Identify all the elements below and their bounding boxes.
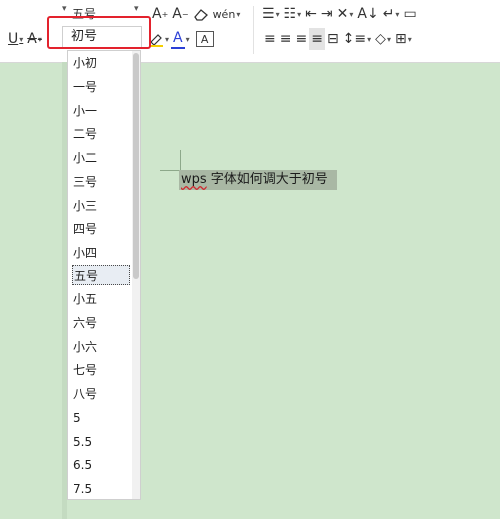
margin-corner-mark [160, 170, 181, 171]
font-size-option[interactable]: 一号 [72, 77, 131, 97]
font-size-option[interactable]: 小六 [72, 337, 131, 357]
decrease-indent-icon[interactable]: ⇤ [303, 3, 319, 25]
font-size-option[interactable]: 小初 [72, 53, 131, 73]
font-size-option[interactable]: 小五 [72, 289, 131, 309]
font-size-option[interactable]: 小一 [72, 101, 131, 121]
clear-format-eraser-icon[interactable] [191, 3, 211, 25]
font-size-option[interactable]: 小四 [72, 243, 131, 263]
distributed-align-icon[interactable]: ⊟ [325, 28, 341, 50]
chinese-layout-icon[interactable]: ✕ ▾ [335, 3, 356, 25]
bullet-list-icon[interactable]: ☰ ▾ [260, 3, 282, 25]
ruler-icon[interactable]: ▭ [401, 3, 418, 25]
numbered-list-icon[interactable]: ☷ ▾ [282, 3, 304, 25]
font-size-dropdown[interactable]: 小初 一号 小一 二号 小二 三号 小三 四号 小四 五号 小五 六号 小六 七… [67, 50, 141, 500]
document-text-rest: 字体如何调大于初号 [206, 172, 328, 187]
borders-icon[interactable]: ⊞ ▾ [393, 28, 414, 50]
character-border-button[interactable]: A [195, 31, 214, 47]
document-text-word: wps [181, 172, 207, 187]
font-size-option-selected[interactable]: 五号 [72, 265, 130, 285]
font-size-option[interactable]: 八号 [72, 384, 131, 404]
align-justify-icon[interactable]: ≡ [309, 28, 325, 50]
document-selected-text[interactable]: wps 字体如何调大于初号 [179, 170, 337, 190]
font-size-option[interactable]: 6.5 [72, 455, 131, 475]
pinyin-guide-button[interactable]: wén ▾ [211, 3, 243, 25]
underline-button[interactable]: U ▾ [6, 28, 25, 50]
font-size-option[interactable]: 7.5 [72, 479, 131, 499]
sort-icon[interactable]: A↓ [355, 3, 380, 25]
align-center-icon[interactable]: ≡ [278, 28, 294, 50]
font-size-option[interactable]: 小三 [72, 196, 131, 216]
increase-font-size-button[interactable]: A + [150, 3, 170, 25]
align-right-icon[interactable]: ≡ [293, 28, 309, 50]
dropdown-scrollbar[interactable] [132, 51, 140, 499]
strikethrough-button[interactable]: A ▾ [25, 28, 44, 50]
font-size-option[interactable]: 5.5 [72, 432, 131, 452]
font-size-option[interactable]: 六号 [72, 313, 131, 333]
dropdown-scrollbar-thumb[interactable] [133, 53, 139, 279]
font-size-option[interactable]: 5 [72, 408, 131, 428]
font-size-option[interactable]: 三号 [72, 172, 131, 192]
font-size-option[interactable]: 四号 [72, 219, 131, 239]
font-size-highlight-annotation [47, 16, 151, 49]
shading-icon[interactable]: ◇ ▾ [373, 28, 393, 50]
font-size-option[interactable]: 二号 [72, 124, 131, 144]
increase-indent-icon[interactable]: ⇥ [319, 3, 335, 25]
font-color-button[interactable]: A [171, 29, 185, 49]
align-left-icon[interactable]: ≡ [262, 28, 278, 50]
decrease-font-size-button[interactable]: A − [170, 3, 190, 25]
font-size-option[interactable]: 七号 [72, 360, 131, 380]
paragraph-mark-icon[interactable]: ↵ ▾ [381, 3, 402, 25]
margin-corner-mark [180, 150, 181, 170]
font-size-option[interactable]: 小二 [72, 148, 131, 168]
line-spacing-icon[interactable]: ↕≡ ▾ [341, 28, 373, 50]
